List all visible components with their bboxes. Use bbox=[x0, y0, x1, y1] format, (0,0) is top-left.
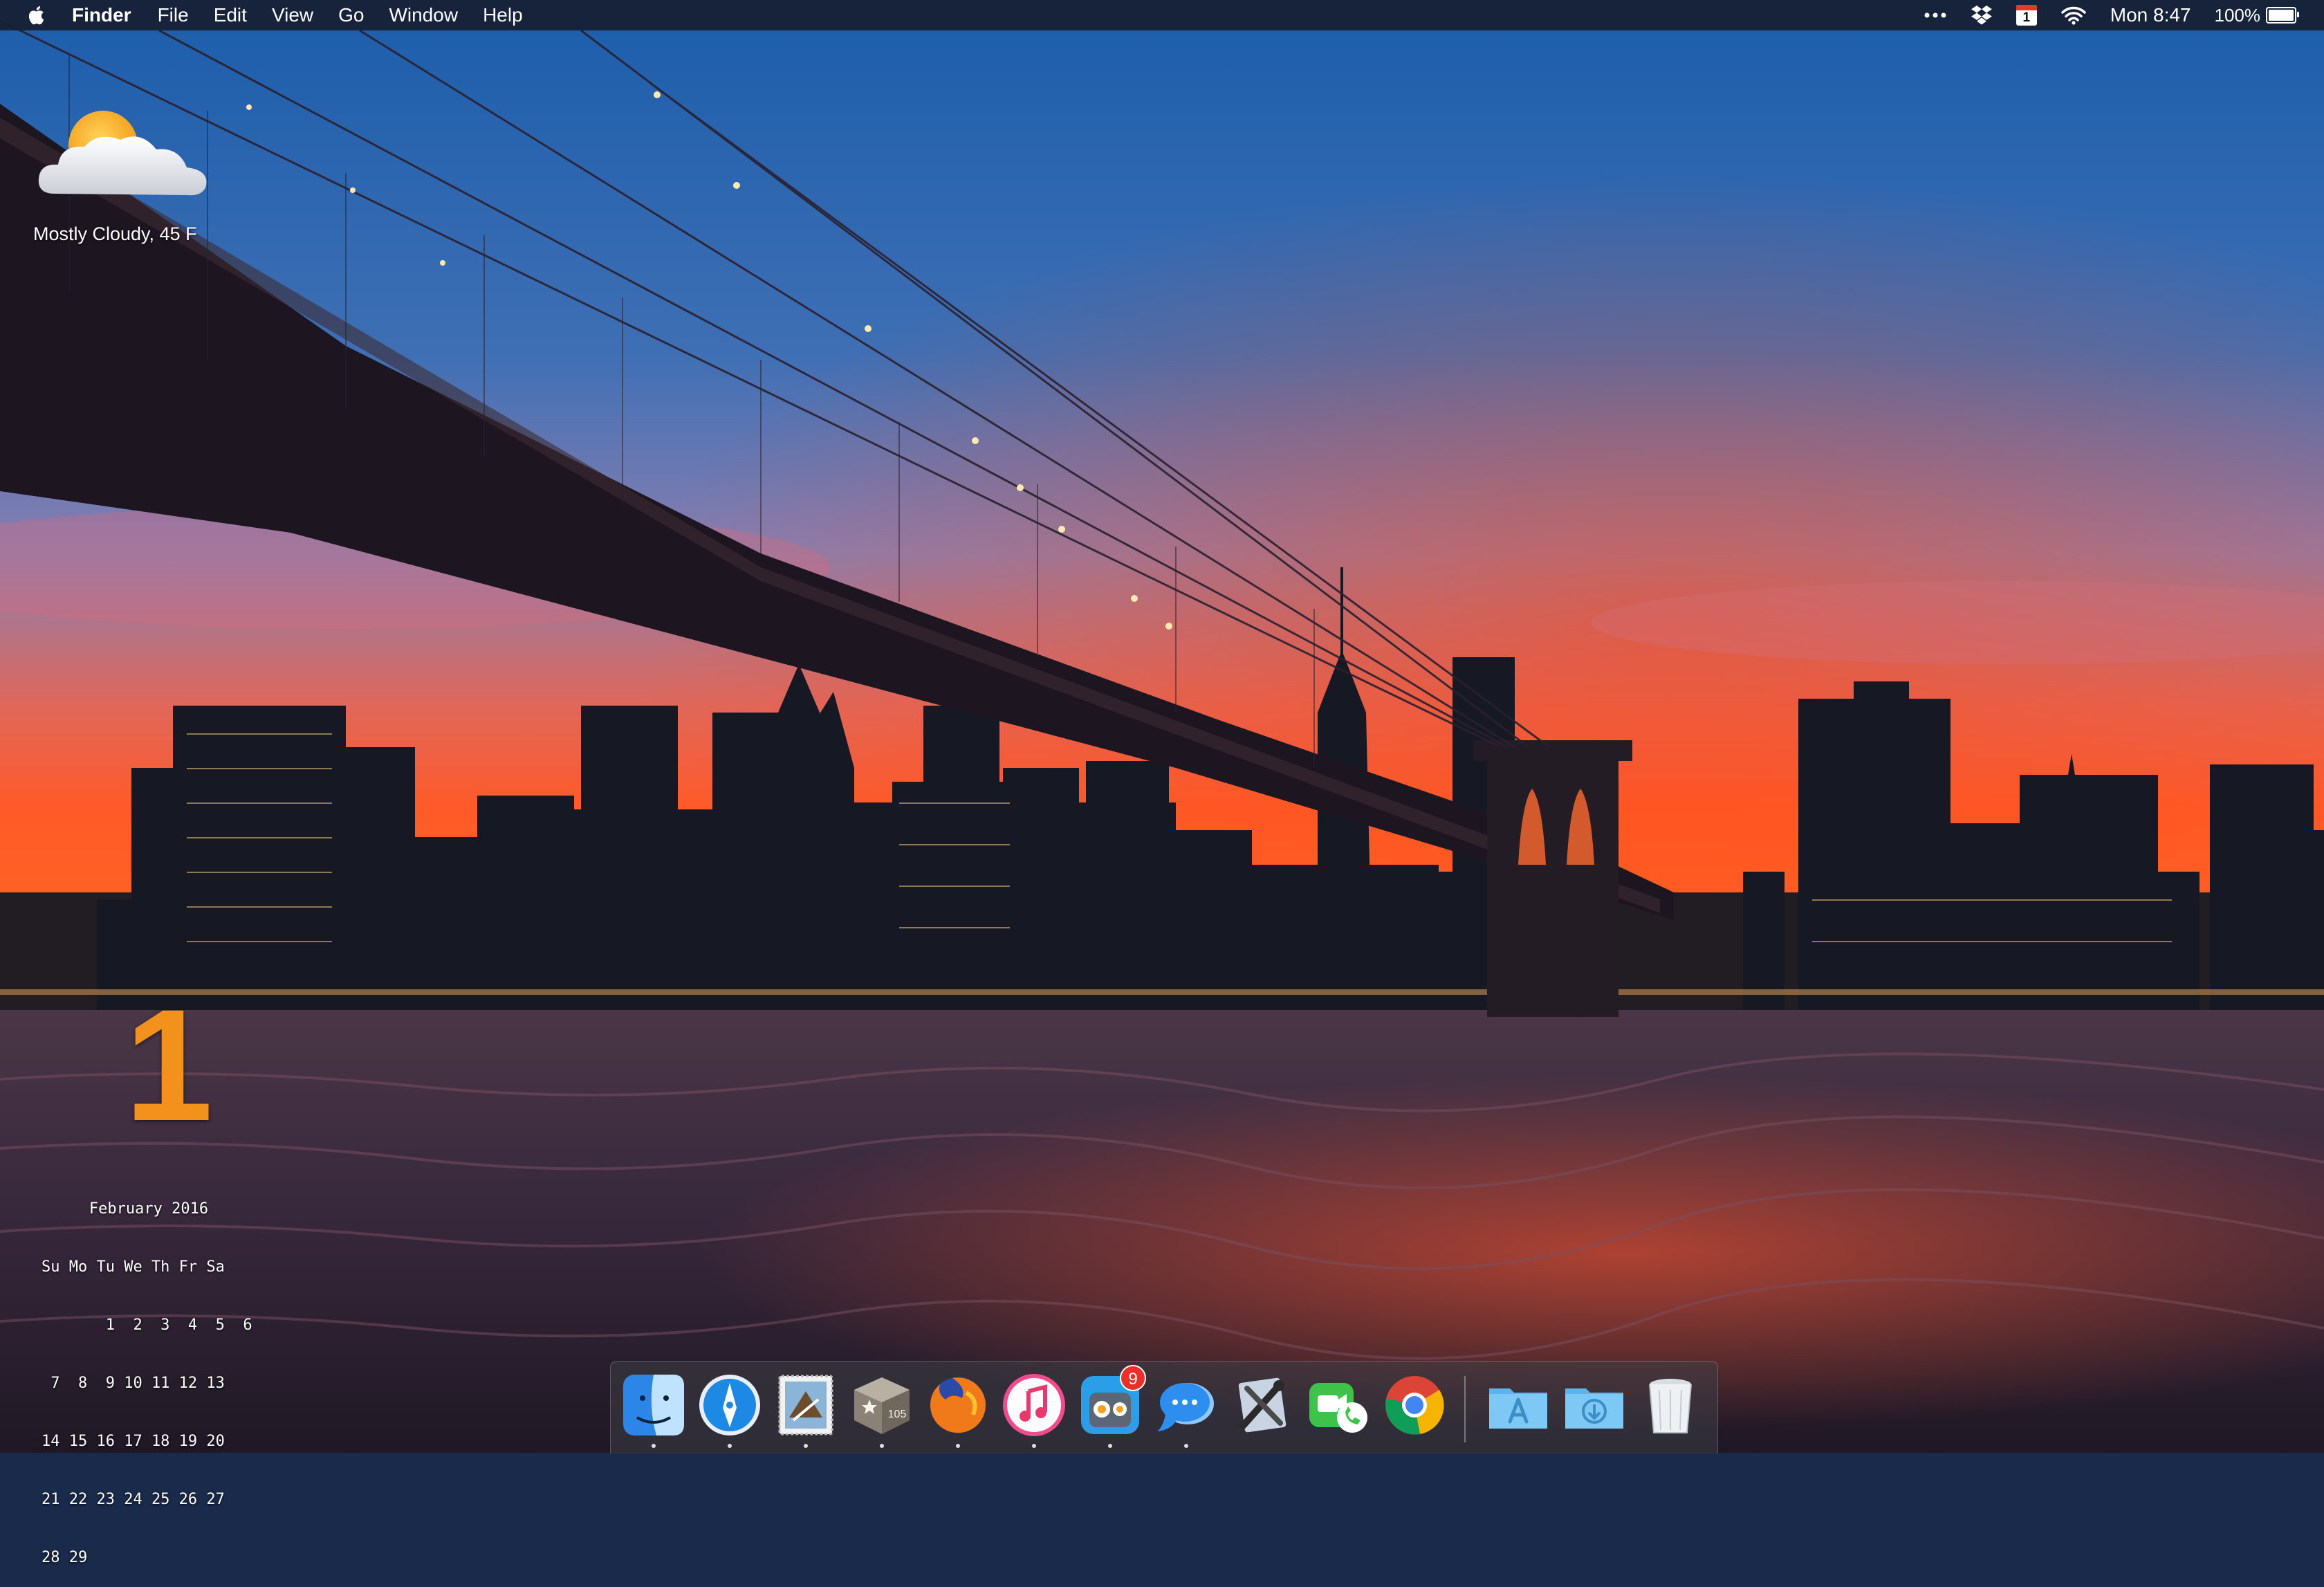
dock-trash[interactable] bbox=[1637, 1372, 1704, 1438]
dock-facetime[interactable] bbox=[1305, 1372, 1372, 1438]
clock[interactable]: Mon 8:47 bbox=[2110, 4, 2191, 26]
apple-menu-icon[interactable] bbox=[25, 4, 46, 26]
running-indicator bbox=[1108, 1444, 1112, 1448]
calendar-status-icon[interactable]: 1 bbox=[2016, 0, 2037, 30]
menu-app-finder[interactable]: Finder bbox=[72, 4, 131, 26]
battery-icon bbox=[2266, 7, 2299, 24]
menu-view[interactable]: View bbox=[272, 4, 313, 26]
mail-stamp-icon bbox=[778, 1375, 833, 1435]
calendar-status-day: 1 bbox=[2022, 10, 2031, 25]
partly-cloudy-icon bbox=[38, 111, 207, 196]
dock-messages[interactable] bbox=[1153, 1372, 1219, 1448]
running-indicator bbox=[728, 1444, 732, 1448]
running-indicator bbox=[1032, 1444, 1036, 1448]
xcode-tools-icon bbox=[1238, 1377, 1286, 1433]
facetime-icon bbox=[1309, 1383, 1367, 1433]
dock-compass-app[interactable] bbox=[697, 1372, 763, 1448]
dock-tweetbot[interactable]: 9 bbox=[1077, 1365, 1146, 1448]
calendar-week-4: 21 22 23 24 25 26 27 bbox=[42, 1491, 225, 1508]
package-label: 105 bbox=[888, 1409, 907, 1420]
running-indicator bbox=[1184, 1444, 1188, 1448]
itunes-icon bbox=[1003, 1374, 1065, 1436]
calendar-week-5: 28 29 bbox=[42, 1549, 88, 1566]
dock-downloads-folder[interactable] bbox=[1561, 1372, 1627, 1438]
running-indicator bbox=[880, 1444, 884, 1448]
calendar-week-2: 7 8 9 10 11 12 13 bbox=[42, 1375, 225, 1392]
weather-text: Mostly Cloudy, 45 F bbox=[33, 223, 197, 244]
menu-help[interactable]: Help bbox=[483, 4, 523, 26]
calendar-widget: February 2016 Su Mo Tu We Th Fr Sa 1 2 3… bbox=[42, 1161, 256, 1587]
dock-mail[interactable] bbox=[773, 1372, 839, 1448]
calendar-month-title: February 2016 bbox=[89, 1200, 209, 1218]
dock-developer-tools[interactable] bbox=[1229, 1372, 1295, 1438]
calendar-week-1: 1 2 3 4 5 6 bbox=[42, 1317, 252, 1334]
calendar-weekday-header: Su Mo Tu We Th Fr Sa bbox=[42, 1258, 225, 1276]
dock-firefox[interactable] bbox=[925, 1372, 991, 1448]
trash-icon bbox=[1649, 1379, 1692, 1433]
wifi-icon[interactable] bbox=[2060, 0, 2087, 30]
battery-status[interactable]: 100% bbox=[2214, 4, 2299, 26]
dock-package-app[interactable]: 105 bbox=[849, 1372, 915, 1448]
weather-widget: Mostly Cloudy, 45 F bbox=[30, 104, 224, 245]
menu-go[interactable]: Go bbox=[338, 4, 364, 26]
menu-file[interactable]: File bbox=[158, 4, 189, 26]
safari-like-compass-icon bbox=[699, 1375, 760, 1435]
calendar-today-number: 1 bbox=[124, 976, 213, 1154]
messages-icon bbox=[1157, 1383, 1214, 1431]
running-indicator bbox=[652, 1444, 656, 1448]
dock-separator bbox=[1464, 1376, 1466, 1442]
running-indicator bbox=[956, 1444, 960, 1448]
chrome-icon bbox=[1385, 1376, 1444, 1435]
firefox-icon bbox=[930, 1377, 986, 1433]
battery-percent: 100% bbox=[2214, 4, 2261, 26]
menu-window[interactable]: Window bbox=[389, 4, 458, 26]
finder-icon bbox=[623, 1375, 684, 1435]
running-indicator bbox=[804, 1444, 808, 1448]
desktop-wallpaper bbox=[0, 0, 2324, 1453]
ellipsis-icon[interactable] bbox=[1924, 0, 1947, 30]
dock-finder[interactable] bbox=[620, 1372, 687, 1448]
notification-badge: 9 bbox=[1120, 1365, 1146, 1391]
applications-folder-icon bbox=[1489, 1388, 1547, 1429]
downloads-folder-icon bbox=[1565, 1388, 1623, 1429]
dropbox-icon[interactable] bbox=[1971, 0, 1993, 30]
calendar-week-3: 14 15 16 17 18 19 20 bbox=[42, 1433, 225, 1450]
dock-chrome[interactable] bbox=[1381, 1372, 1448, 1438]
menu-edit[interactable]: Edit bbox=[214, 4, 247, 26]
dock-itunes[interactable] bbox=[1001, 1372, 1067, 1448]
menu-bar: Finder File Edit View Go Window Help 1 M… bbox=[0, 0, 2324, 30]
package-105-icon: 105 bbox=[854, 1377, 910, 1434]
dock: 105 9 bbox=[610, 1361, 1718, 1453]
dock-applications-folder[interactable] bbox=[1485, 1372, 1551, 1438]
